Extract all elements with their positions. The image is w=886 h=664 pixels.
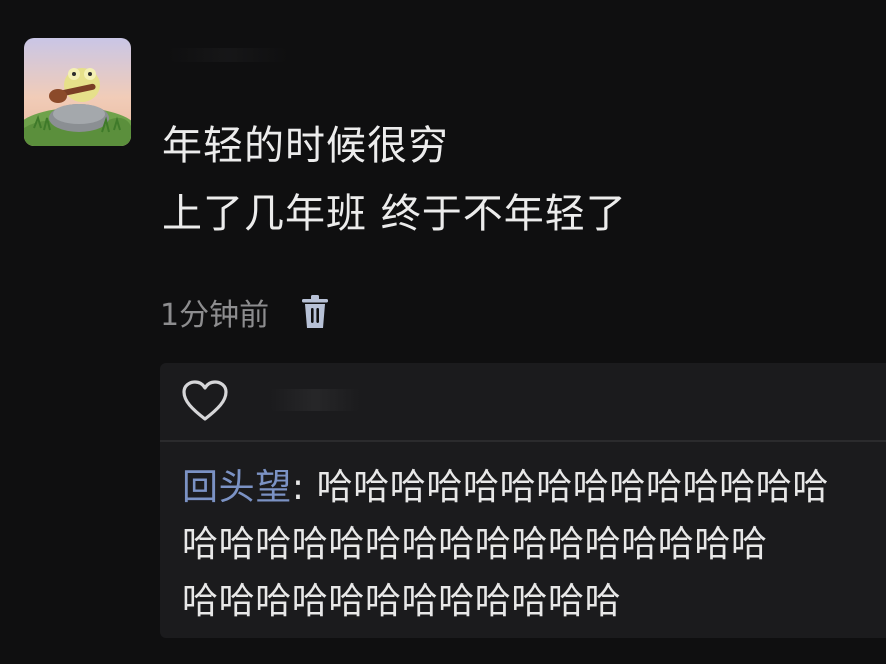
interaction-panel: 回头望: 哈哈哈哈哈哈哈哈哈哈哈哈哈哈 哈哈哈哈哈哈哈哈哈哈哈哈哈哈哈哈 哈哈哈…	[160, 363, 886, 638]
blurred-username	[168, 48, 288, 62]
blurred-likers	[270, 389, 360, 411]
post-content: 年轻的时候很穷 上了几年班 终于不年轻了	[162, 112, 627, 248]
comment-line: 哈哈哈哈哈哈哈哈哈哈哈哈	[182, 581, 622, 622]
comment: 回头望: 哈哈哈哈哈哈哈哈哈哈哈哈哈哈 哈哈哈哈哈哈哈哈哈哈哈哈哈哈哈哈 哈哈哈…	[182, 459, 886, 630]
comment-author-link[interactable]: 回头望	[182, 467, 292, 508]
post-text-line: 上了几年班 终于不年轻了	[162, 191, 627, 237]
post-timestamp: 1分钟前	[160, 298, 270, 333]
divider	[160, 440, 886, 442]
avatar[interactable]	[24, 38, 131, 146]
trash-icon[interactable]	[299, 292, 331, 332]
frog-with-guitar-avatar-image	[24, 38, 131, 146]
comment-line: 哈哈哈哈哈哈哈哈哈哈哈哈哈哈哈哈	[182, 524, 768, 565]
comment-line: 回头望: 哈哈哈哈哈哈哈哈哈哈哈哈哈哈	[182, 459, 886, 516]
post-text-line: 年轻的时候很穷	[162, 123, 449, 169]
comment-separator: :	[291, 467, 317, 508]
post-meta: 1分钟前	[160, 290, 331, 334]
likes-row	[160, 363, 886, 440]
comment-text: 哈哈哈哈哈哈哈哈哈哈哈哈哈哈	[316, 467, 829, 508]
heart-outline-icon[interactable]	[180, 379, 230, 423]
